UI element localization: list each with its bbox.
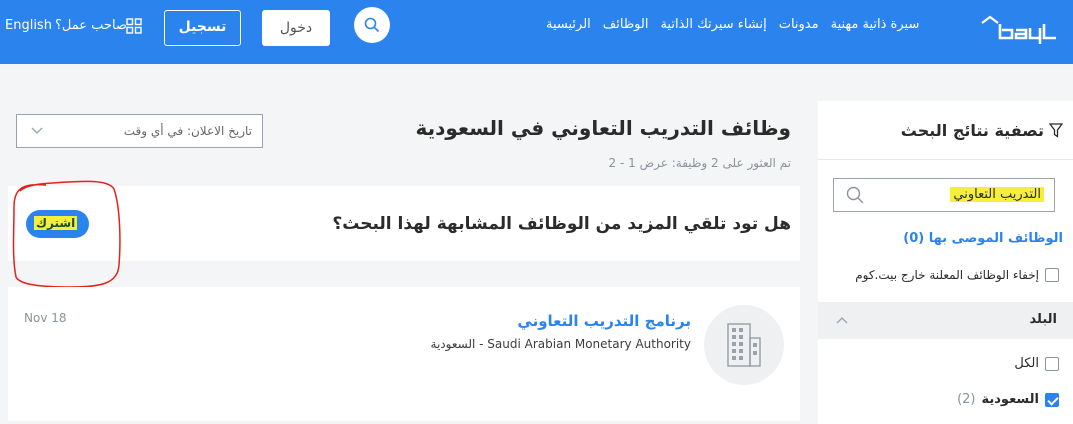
- saudi-count: (2): [957, 392, 976, 407]
- keyword-value: التدريب التعاوني: [950, 187, 1044, 202]
- filter-title: تصفية نتائج البحث: [900, 121, 1044, 140]
- subscribe-label: اشترك: [34, 216, 78, 230]
- search-icon[interactable]: [846, 186, 864, 204]
- saudi-label: السعودية: [981, 392, 1040, 407]
- bayt-logo[interactable]: [978, 14, 1058, 44]
- language-switch[interactable]: English: [5, 18, 52, 33]
- date-posted-value: تاريخ الاعلان: في أي وقت: [123, 124, 252, 138]
- employer-link[interactable]: صاحب عمل؟: [55, 18, 127, 33]
- building-icon: [727, 323, 761, 367]
- country-option-all[interactable]: الكل: [1014, 356, 1059, 371]
- country-filter-title: البلد: [1029, 312, 1057, 327]
- results-count: تم العثور على 2 وظيفة: عرض 1 - 2: [608, 156, 791, 170]
- filter-funnel-icon: [1049, 123, 1063, 138]
- all-countries-checkbox[interactable]: [1045, 356, 1059, 371]
- all-countries-label: الكل: [1014, 356, 1039, 371]
- company-logo[interactable]: [704, 305, 784, 385]
- chevron-up-icon[interactable]: [836, 316, 848, 324]
- nav-create-cv[interactable]: إنشاء سيرتك الذاتية: [660, 17, 766, 32]
- filter-header: تصفية نتائج البحث: [818, 101, 1073, 160]
- nav-jobs[interactable]: الوظائف: [603, 17, 649, 32]
- nav-professional-cv[interactable]: سيرة ذاتية مهنية: [831, 17, 920, 32]
- subscribe-button[interactable]: اشترك: [26, 210, 89, 238]
- job-alert-question: هل تود تلقي المزيد من الوظائف المشابهة ل…: [332, 214, 791, 234]
- job-alert-card: هل تود تلقي المزيد من الوظائف المشابهة ل…: [8, 186, 800, 261]
- nav-home[interactable]: الرئيسية: [546, 17, 591, 32]
- recommended-jobs-link[interactable]: الوظائف الموصى بها (0): [903, 231, 1063, 246]
- main-nav: الرئيسية الوظائف إنشاء سيرتك الذاتية مدو…: [546, 17, 919, 32]
- keyword-search-input[interactable]: التدريب التعاوني: [833, 178, 1055, 212]
- login-button[interactable]: دخول: [262, 10, 330, 46]
- hide-external-checkbox[interactable]: [1045, 268, 1059, 282]
- job-title-link[interactable]: برنامج التدريب التعاوني: [517, 312, 691, 330]
- hide-external-label: إخفاء الوظائف المعلنة خارج بيت.كوم: [855, 268, 1039, 282]
- top-navbar: English صاحب عمل؟ تسجيل دخول الرئيسية ال…: [0, 0, 1073, 64]
- country-filter-header[interactable]: البلد: [818, 302, 1073, 339]
- apps-grid-icon[interactable]: [126, 18, 142, 34]
- job-company[interactable]: Saudi Arabian Monetary Authority - السعو…: [431, 337, 691, 351]
- job-card[interactable]: [8, 287, 800, 421]
- search-icon: [364, 17, 380, 33]
- date-posted-select[interactable]: تاريخ الاعلان: في أي وقت: [16, 114, 263, 148]
- saudi-checkbox[interactable]: [1045, 392, 1059, 407]
- chevron-down-icon: [31, 127, 43, 134]
- country-option-saudi[interactable]: السعودية (2): [957, 392, 1059, 407]
- search-button[interactable]: [354, 7, 390, 43]
- nav-blogs[interactable]: مدونات: [779, 17, 819, 32]
- hide-external-jobs-option[interactable]: إخفاء الوظائف المعلنة خارج بيت.كوم: [855, 268, 1059, 282]
- register-button[interactable]: تسجيل: [164, 10, 241, 46]
- page-title: وظائف التدريب التعاوني في السعودية: [415, 116, 791, 140]
- job-date: Nov 18: [24, 311, 67, 325]
